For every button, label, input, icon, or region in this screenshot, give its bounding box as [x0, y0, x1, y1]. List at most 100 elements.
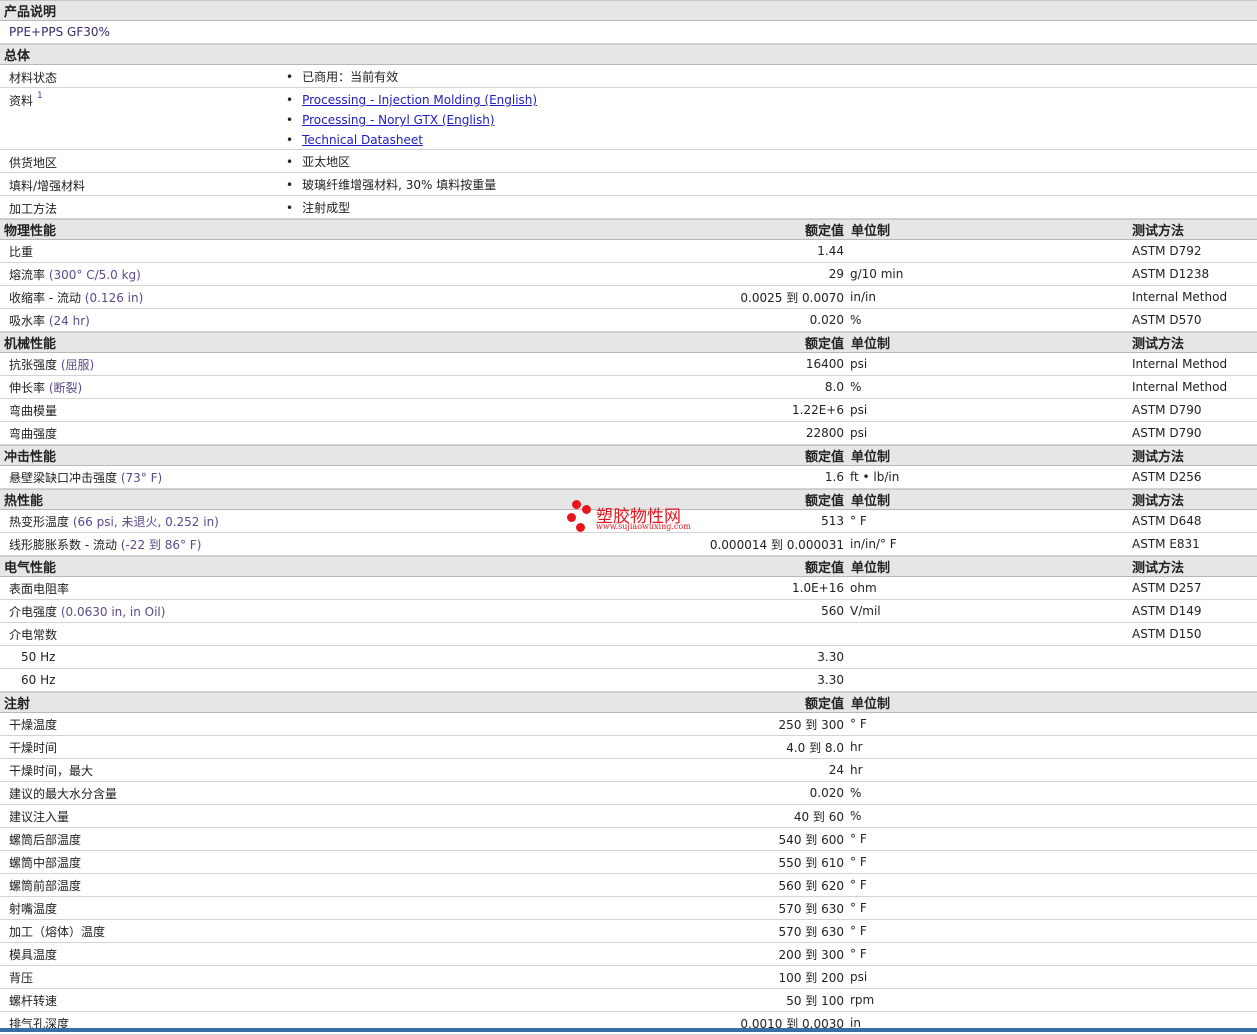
- property-label: 模具温度: [9, 947, 58, 962]
- property-unit: ft • lb/in: [850, 470, 900, 484]
- section-header-general: 总体: [0, 44, 1257, 65]
- general-row: 供货地区 亚太地区: [0, 150, 1257, 173]
- property-name: 热变形温度 (66 psi, 未退火, 0.252 in): [9, 513, 219, 530]
- property-row: 热变形温度 (66 psi, 未退火, 0.252 in) 513 ° F ASTM …: [0, 510, 1257, 533]
- property-value: 560: [821, 604, 844, 618]
- property-label: 螺杆转速: [9, 993, 58, 1008]
- property-condition: (断裂): [48, 380, 83, 395]
- property-value: 0.000014 到 0.000031: [709, 537, 844, 552]
- property-name: 填料/增强材料: [9, 179, 86, 193]
- section-title: 注射: [4, 697, 31, 712]
- property-condition: (0.0630 in, in Oil): [60, 604, 166, 619]
- property-value: 550 到 610: [778, 855, 844, 870]
- section-title: 产品说明: [4, 5, 57, 20]
- general-row: 填料/增强材料 玻璃纤维增强材料, 30% 填料按重量: [0, 173, 1257, 196]
- property-label: 介电常数: [9, 627, 58, 642]
- property-value: 570 到 630: [778, 924, 844, 939]
- property-label: 熔流率: [9, 267, 46, 282]
- datasheet-link[interactable]: Processing - Injection Molding (English): [302, 93, 537, 107]
- test-method: ASTM D792: [1132, 244, 1202, 258]
- property-row: 熔流率 (300° C/5.0 kg) 29 g/10 min ASTM D1238: [0, 263, 1257, 286]
- property-unit: psi: [850, 403, 868, 417]
- product-description: PPE+PPS GF30%: [9, 25, 110, 39]
- property-value: 560 到 620: [778, 878, 844, 893]
- property-row: 射嘴温度 570 到 630 ° F: [0, 897, 1257, 920]
- test-method: ASTM D790: [1132, 426, 1202, 440]
- property-row: 介电强度 (0.0630 in, in Oil) 560 V/mil ASTM D14…: [0, 600, 1257, 623]
- property-unit: %: [850, 380, 862, 394]
- property-value: 200 到 300: [778, 947, 844, 962]
- section-header: 机械性能 额定值 单位制 测试方法: [0, 332, 1257, 353]
- property-unit: rpm: [850, 993, 875, 1007]
- column-header-unit: 单位制: [851, 697, 891, 712]
- property-unit: %: [850, 313, 862, 327]
- datasheet-link[interactable]: Processing - Noryl GTX (English): [302, 113, 494, 127]
- property-unit: ° F: [850, 717, 867, 731]
- property-condition: (屈服): [60, 357, 95, 372]
- property-value: 0.020: [809, 786, 844, 800]
- property-row: 抗张强度 (屈服) 16400 psi Internal Method: [0, 353, 1257, 376]
- property-label: 介电强度: [9, 604, 58, 619]
- property-condition: (24 hr): [48, 313, 90, 328]
- property-unit: %: [850, 809, 862, 823]
- property-name: 资料: [9, 94, 34, 108]
- property-name: 背压: [9, 969, 33, 986]
- datasheet-link[interactable]: Technical Datasheet: [302, 133, 423, 147]
- product-description-row: PPE+PPS GF30%: [0, 21, 1257, 44]
- property-value: 1.44: [817, 244, 844, 258]
- property-label: 射嘴温度: [9, 901, 58, 916]
- property-row: 表面电阻率 1.0E+16 ohm ASTM D257: [0, 577, 1257, 600]
- test-method: ASTM D1238: [1132, 267, 1210, 281]
- value-list: 注射成型: [286, 200, 350, 220]
- property-label: 比重: [9, 244, 34, 259]
- property-row: 吸水率 (24 hr) 0.020% ASTM D570: [0, 309, 1257, 332]
- property-label: 伸长率: [9, 380, 46, 395]
- property-value: 8.0: [824, 380, 844, 394]
- property-row: 干燥时间 4.0 到 8.0 hr: [0, 736, 1257, 759]
- property-row: 50 Hz 3.30: [0, 646, 1257, 669]
- property-value: 0.020: [809, 313, 844, 327]
- property-row: 弯曲模量 1.22E+6 psi ASTM D790: [0, 399, 1257, 422]
- property-label: 热变形温度: [9, 514, 70, 529]
- property-name: 干燥时间，最大: [9, 762, 93, 779]
- property-label: 抗张强度: [9, 357, 58, 372]
- property-label: 50 Hz: [21, 650, 56, 664]
- property-name: 供货地区: [9, 156, 58, 170]
- column-header-value: 额定值: [804, 450, 844, 465]
- property-label: 加工（熔体）温度: [9, 924, 106, 939]
- property-label: 弯曲强度: [9, 426, 58, 441]
- test-method: Internal Method: [1132, 290, 1228, 304]
- property-condition: (73° F): [120, 470, 163, 485]
- general-row: 材料状态 已商用：当前有效: [0, 65, 1257, 88]
- property-value: 16400: [805, 357, 844, 371]
- section-title: 物理性能: [4, 224, 57, 239]
- property-value: 22800: [805, 426, 844, 440]
- section-title: 总体: [4, 49, 31, 64]
- property-unit: %: [850, 786, 862, 800]
- property-label: 螺筒后部温度: [9, 832, 82, 847]
- property-name: 螺筒中部温度: [9, 854, 81, 871]
- property-unit: hr: [850, 763, 863, 777]
- property-unit: psi: [850, 357, 868, 371]
- property-name: 表面电阻率: [9, 580, 69, 597]
- column-header-value: 额定值: [804, 224, 844, 239]
- property-name: 悬壁梁缺口冲击强度 (73° F): [9, 469, 162, 486]
- datasheet: 产品说明 PPE+PPS GF30% 总体 材料状态 已商用：当前有效资料1 Pro…: [0, 0, 1257, 1035]
- property-name: 弯曲强度: [9, 425, 57, 442]
- column-header-unit: 单位制: [851, 337, 891, 352]
- property-unit: ° F: [850, 947, 867, 961]
- property-value: 1.22E+6: [792, 403, 844, 417]
- property-name: 螺筒后部温度: [9, 831, 81, 848]
- value-list: Processing - Injection Molding (English)…: [286, 92, 537, 152]
- property-value: 29: [828, 267, 844, 281]
- property-name: 材料状态: [9, 71, 58, 85]
- test-method: ASTM D257: [1132, 581, 1202, 595]
- property-condition: (0.126 in): [84, 290, 144, 305]
- property-row: 收缩率 - 流动 (0.126 in) 0.0025 到 0.0070 in/in I…: [0, 286, 1257, 309]
- property-row: 螺筒前部温度 560 到 620 ° F: [0, 874, 1257, 897]
- section-header: 注射 额定值 单位制: [0, 692, 1257, 713]
- property-row: 加工（熔体）温度 570 到 630 ° F: [0, 920, 1257, 943]
- section-header: 物理性能 额定值 单位制 测试方法: [0, 219, 1257, 240]
- property-label: 干燥温度: [9, 717, 58, 732]
- section-header: 电气性能 额定值 单位制 测试方法: [0, 556, 1257, 577]
